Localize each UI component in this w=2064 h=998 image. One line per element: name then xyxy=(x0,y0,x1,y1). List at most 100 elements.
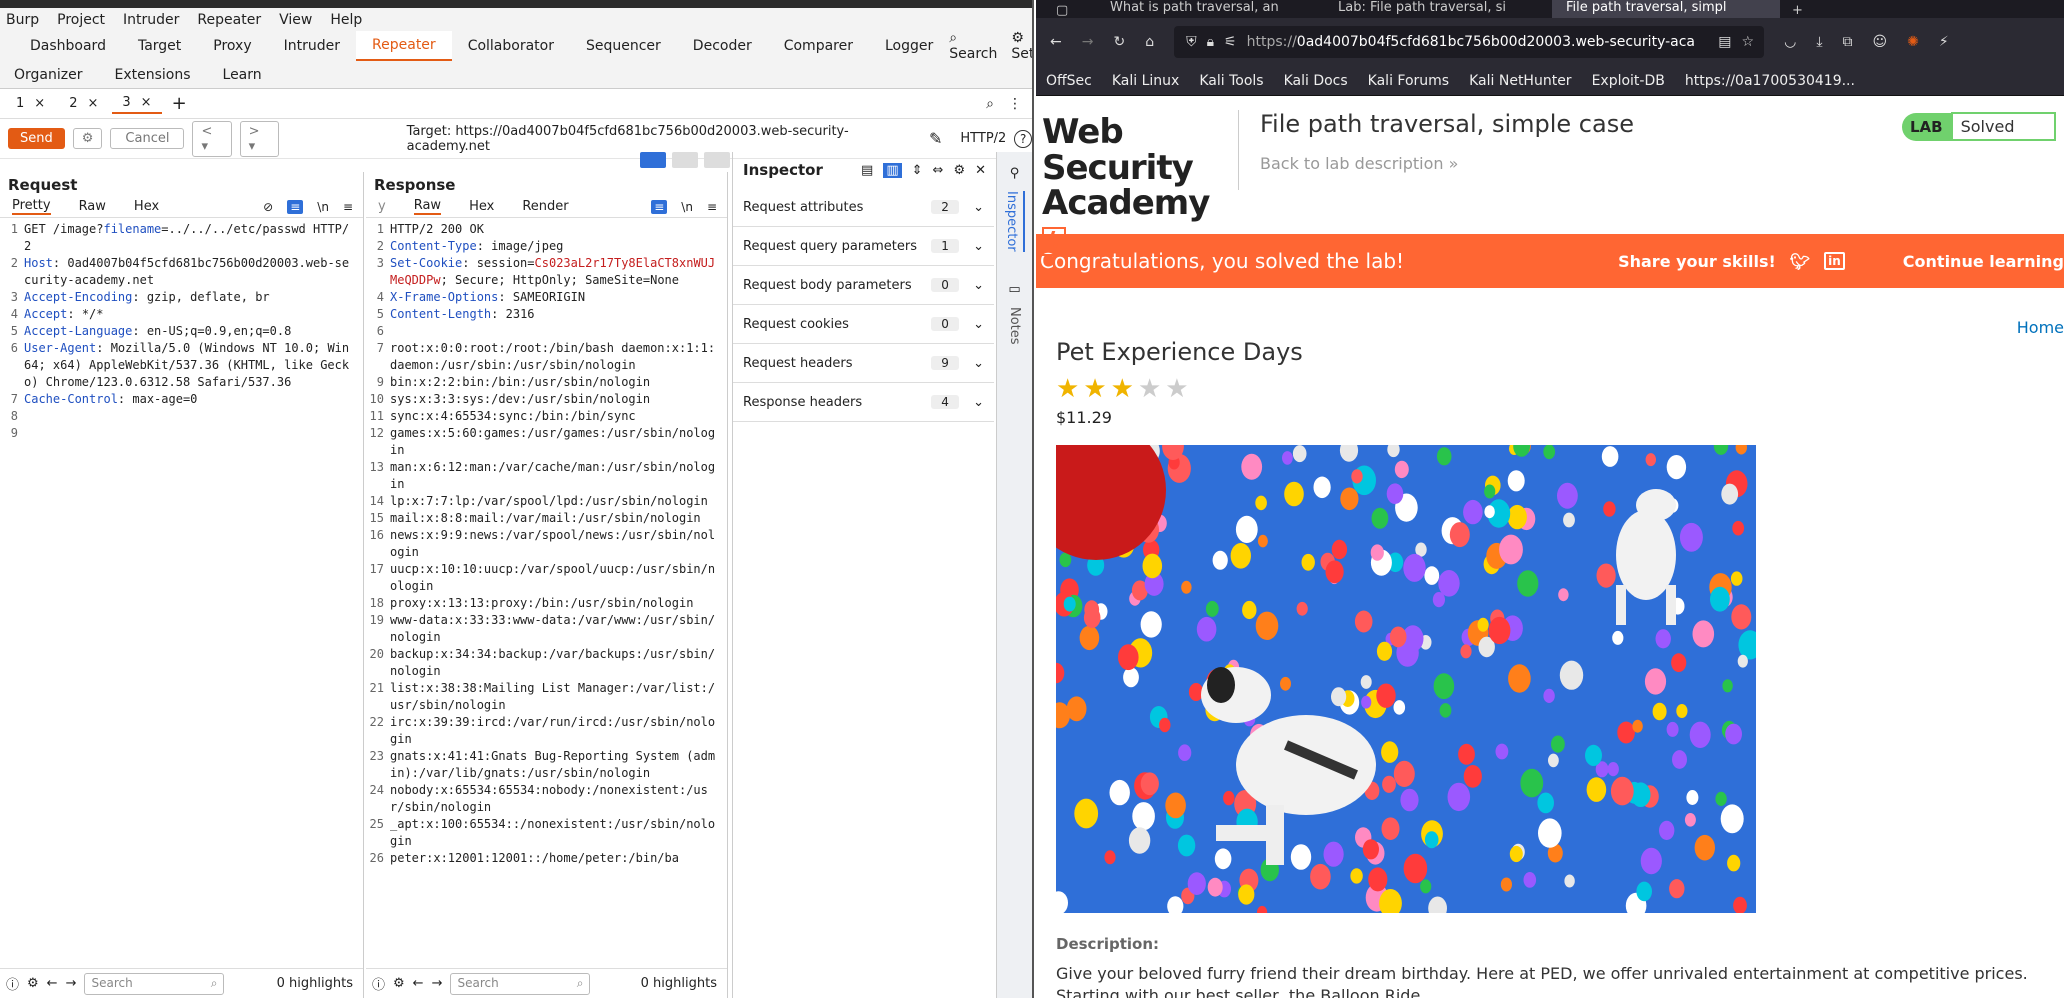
browser-tab[interactable]: What is path traversal, an xyxy=(1096,0,1324,18)
cancel-button[interactable]: Cancel xyxy=(110,128,185,149)
tool-target[interactable]: Target xyxy=(122,31,197,61)
chevron-down-icon[interactable]: ⌄ xyxy=(973,278,984,293)
chevron-down-icon[interactable]: ⌄ xyxy=(973,239,984,254)
tool-proxy[interactable]: Proxy xyxy=(197,31,267,61)
tool-sequencer[interactable]: Sequencer xyxy=(570,31,677,61)
more-options-icon[interactable]: ⋮ xyxy=(1008,96,1022,112)
send-button[interactable]: Send xyxy=(8,128,65,149)
bookmark-exploit-db[interactable]: Exploit-DB xyxy=(1592,73,1665,89)
shield-icon[interactable]: ⛨ xyxy=(1186,34,1197,50)
tab-raw[interactable]: Raw xyxy=(413,198,442,215)
bookmark-offsec[interactable]: OffSec xyxy=(1046,73,1092,89)
request-editor[interactable]: 1 GET /image?filename=../../../etc/passwd… xyxy=(0,218,363,442)
reload-icon[interactable]: ↻ xyxy=(1113,34,1125,50)
inspector-section-request-headers[interactable]: Request headers 9 ⌄ xyxy=(733,344,994,383)
other-extension-icon[interactable]: ⚡ xyxy=(1939,34,1949,50)
tool-organizer[interactable]: Organizer xyxy=(14,67,82,83)
chevron-down-icon[interactable]: ⌄ xyxy=(973,395,984,410)
close-icon[interactable]: ✕ xyxy=(975,163,986,178)
new-tab-button[interactable]: + xyxy=(1780,3,1803,18)
reader-view-icon[interactable]: ▤ xyxy=(1718,34,1731,50)
menu-project[interactable]: Project xyxy=(57,12,105,28)
account-icon[interactable]: ☺ xyxy=(1873,34,1888,50)
tool-logger[interactable]: Logger xyxy=(869,31,949,61)
bookmark-lab-url[interactable]: https://0a1700530419... xyxy=(1685,73,1855,89)
search-icon[interactable]: ⌕ xyxy=(986,96,994,112)
newline-icon[interactable]: \n xyxy=(317,200,329,214)
bookmark-kali-tools[interactable]: Kali Tools xyxy=(1199,73,1263,89)
layout-split-icon[interactable] xyxy=(640,152,666,168)
forward-button[interactable]: > ▾ xyxy=(239,120,279,157)
inspector-section-request-cookies[interactable]: Request cookies 0 ⌄ xyxy=(733,305,994,344)
help-icon[interactable]: ? xyxy=(1014,129,1032,148)
tab-raw[interactable]: Raw xyxy=(79,199,106,214)
close-icon[interactable]: × xyxy=(34,96,45,111)
tool-intruder[interactable]: Intruder xyxy=(268,31,356,61)
tool-dashboard[interactable]: Dashboard xyxy=(14,31,122,61)
tab-pretty[interactable]: y xyxy=(378,199,386,214)
pocket-icon[interactable]: ◡ xyxy=(1784,34,1796,50)
forward-arrow-icon[interactable]: → xyxy=(1082,34,1094,50)
back-arrow-icon[interactable]: ← xyxy=(1050,34,1062,50)
layout-vertical-icon[interactable] xyxy=(704,152,730,168)
tool-decoder[interactable]: Decoder xyxy=(677,31,768,61)
permissions-icon[interactable]: ⚟ xyxy=(1224,34,1237,50)
repeater-tab-2[interactable]: 2 × xyxy=(59,94,108,113)
help-icon[interactable]: ⓘ xyxy=(372,974,385,993)
menu-burp[interactable]: Burp xyxy=(6,12,39,28)
tool-collaborator[interactable]: Collaborator xyxy=(452,31,570,61)
wrap-icon[interactable]: ≡ xyxy=(287,199,304,214)
expand-icon[interactable]: ⇕ xyxy=(912,163,923,178)
menu-intruder[interactable]: Intruder xyxy=(123,12,179,28)
add-tab-button[interactable]: + xyxy=(166,93,187,114)
back-to-lab-link[interactable]: Back to lab description » xyxy=(1260,154,1458,173)
repeater-tab-1[interactable]: 1 × xyxy=(6,94,55,113)
lock-icon[interactable]: 🔒︎ xyxy=(1207,34,1214,50)
settings-button[interactable]: ⚙ Settings xyxy=(1011,30,1032,62)
search-button[interactable]: ⌕ Search xyxy=(949,30,997,62)
linkedin-icon[interactable]: in xyxy=(1824,252,1845,270)
menu-view[interactable]: View xyxy=(279,12,312,28)
chevron-down-icon[interactable]: ⌄ xyxy=(973,356,984,371)
response-editor[interactable]: 1 HTTP/2 200 OK 2 Content-Type: image/jpeg 3… xyxy=(366,218,727,938)
inspector-side-icon[interactable]: ⚲ xyxy=(997,166,1032,181)
tab-overview-icon[interactable]: ▢ xyxy=(1036,3,1096,18)
notes-side-tab[interactable]: Notes xyxy=(1007,307,1022,345)
detail-view-icon[interactable]: ▥ xyxy=(883,162,902,178)
bookmark-kali-linux[interactable]: Kali Linux xyxy=(1112,73,1179,89)
menu-help[interactable]: Help xyxy=(330,12,362,28)
tab-pretty[interactable]: Pretty xyxy=(12,198,51,215)
close-icon[interactable]: × xyxy=(141,95,152,110)
back-button[interactable]: < ▾ xyxy=(192,120,232,157)
repeater-tab-3[interactable]: 3 × xyxy=(112,93,162,114)
chevron-down-icon[interactable]: ⌄ xyxy=(973,317,984,332)
burp-extension-icon[interactable]: ✺ xyxy=(1907,34,1919,50)
extensions-icon[interactable]: ⧉ xyxy=(1843,34,1853,50)
browser-tab-active[interactable]: File path traversal, simpl xyxy=(1552,0,1780,18)
gear-icon[interactable]: ⚙ xyxy=(393,976,405,991)
gear-icon[interactable]: ⚙ xyxy=(953,163,965,178)
prev-arrow-icon[interactable]: ← xyxy=(47,976,58,991)
wrap-icon[interactable]: ≡ xyxy=(651,199,668,214)
tool-comparer[interactable]: Comparer xyxy=(768,31,869,61)
home-link[interactable]: Home xyxy=(2017,318,2064,337)
twitter-icon[interactable]: 🐦︎ xyxy=(1790,252,1810,271)
hide-icon[interactable]: ⊘ xyxy=(263,200,273,214)
protocol-label[interactable]: HTTP/2 xyxy=(950,131,1006,146)
tool-learn[interactable]: Learn xyxy=(223,67,262,83)
inspector-section-request-query-parameters[interactable]: Request query parameters 1 ⌄ xyxy=(733,227,994,266)
gear-icon[interactable]: ⚙ xyxy=(27,976,39,991)
response-search-input[interactable]: Search ⌕ xyxy=(450,972,591,995)
menu-icon[interactable]: ≡ xyxy=(343,200,353,214)
home-icon[interactable]: ⌂ xyxy=(1145,34,1154,50)
tool-repeater[interactable]: Repeater xyxy=(356,31,452,61)
bookmark-kali-docs[interactable]: Kali Docs xyxy=(1284,73,1348,89)
tab-render[interactable]: Render xyxy=(522,199,568,214)
bookmark-kali-nethunter[interactable]: Kali NetHunter xyxy=(1469,73,1571,89)
bookmark-star-icon[interactable]: ☆ xyxy=(1742,34,1765,50)
newline-icon[interactable]: \n xyxy=(681,200,693,214)
help-icon[interactable]: ⓘ xyxy=(6,974,19,993)
chevron-down-icon[interactable]: ⌄ xyxy=(973,200,984,215)
continue-learning-link[interactable]: Continue learning xyxy=(1903,252,2064,271)
downloads-icon[interactable]: ⤓ xyxy=(1816,34,1822,50)
